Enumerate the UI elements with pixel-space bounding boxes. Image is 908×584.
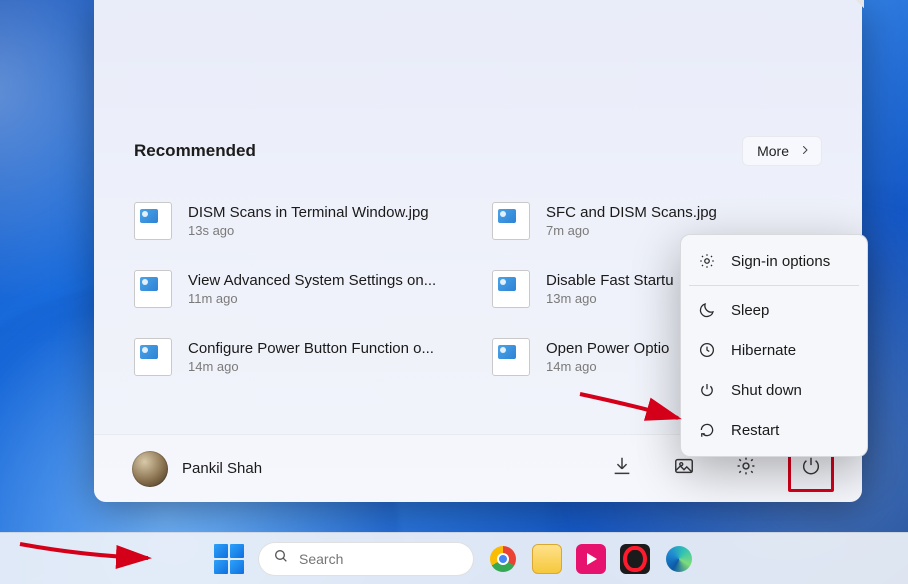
edge-icon [666, 546, 692, 572]
recommended-item-time: 14m ago [188, 359, 434, 374]
power-menu: Sign-in options Sleep Hibernate Shut dow… [680, 234, 868, 457]
taskbar-app-media[interactable] [576, 544, 606, 574]
recommended-item-time: 13m ago [546, 291, 674, 306]
user-account-button[interactable]: Pankil Shah [132, 451, 262, 487]
power-menu-sign-in-options[interactable]: Sign-in options [681, 241, 867, 281]
menu-item-label: Restart [731, 422, 779, 439]
image-file-icon [492, 270, 530, 308]
image-file-icon [134, 270, 172, 308]
menu-separator [689, 285, 859, 286]
image-file-icon [492, 338, 530, 376]
power-menu-shut-down[interactable]: Shut down [681, 370, 867, 410]
power-icon [800, 455, 822, 482]
power-icon [697, 380, 717, 400]
more-label: More [757, 143, 789, 159]
power-menu-sleep[interactable]: Sleep [681, 290, 867, 330]
recommended-item[interactable]: View Advanced System Settings on... 11m … [134, 270, 464, 308]
restart-icon [697, 420, 717, 440]
menu-item-label: Shut down [731, 382, 802, 399]
recommended-more-button[interactable]: More [742, 136, 822, 166]
start-button[interactable] [214, 544, 244, 574]
recommended-item-name: DISM Scans in Terminal Window.jpg [188, 204, 429, 221]
menu-item-label: Sign-in options [731, 253, 830, 270]
power-menu-hibernate[interactable]: Hibernate [681, 330, 867, 370]
image-file-icon [492, 202, 530, 240]
recommended-item[interactable]: DISM Scans in Terminal Window.jpg 13s ag… [134, 202, 464, 240]
taskbar-app-edge[interactable] [664, 544, 694, 574]
taskbar-app-opera[interactable] [620, 544, 650, 574]
taskbar [0, 532, 908, 584]
recommended-item-name: View Advanced System Settings on... [188, 272, 436, 289]
gear-icon [697, 251, 717, 271]
taskbar-search[interactable] [258, 542, 474, 576]
search-input[interactable] [299, 551, 459, 567]
moon-icon [697, 300, 717, 320]
user-name-label: Pankil Shah [182, 460, 262, 477]
search-icon [273, 548, 289, 569]
picture-icon [673, 455, 695, 482]
clock-icon [697, 340, 717, 360]
power-menu-restart[interactable]: Restart [681, 410, 867, 450]
recommended-item-time: 11m ago [188, 291, 436, 306]
image-file-icon [134, 202, 172, 240]
recommended-item-name: Open Power Optio [546, 340, 669, 357]
chevron-right-icon [799, 143, 811, 159]
recommended-item-time: 13s ago [188, 223, 429, 238]
chrome-icon [490, 546, 516, 572]
recommended-heading: Recommended [134, 141, 256, 161]
downloads-button[interactable] [602, 449, 642, 489]
recommended-item-name: SFC and DISM Scans.jpg [546, 204, 717, 221]
recommended-item-time: 14m ago [546, 359, 669, 374]
taskbar-app-file-explorer[interactable] [532, 544, 562, 574]
user-avatar [132, 451, 168, 487]
menu-item-label: Hibernate [731, 342, 796, 359]
taskbar-app-chrome[interactable] [488, 544, 518, 574]
menu-item-label: Sleep [731, 302, 769, 319]
recommended-item[interactable]: Configure Power Button Function o... 14m… [134, 338, 464, 376]
recommended-item-name: Disable Fast Startu [546, 272, 674, 289]
download-icon [611, 455, 633, 482]
image-file-icon [134, 338, 172, 376]
gear-icon [735, 455, 757, 482]
recommended-item-name: Configure Power Button Function o... [188, 340, 434, 357]
